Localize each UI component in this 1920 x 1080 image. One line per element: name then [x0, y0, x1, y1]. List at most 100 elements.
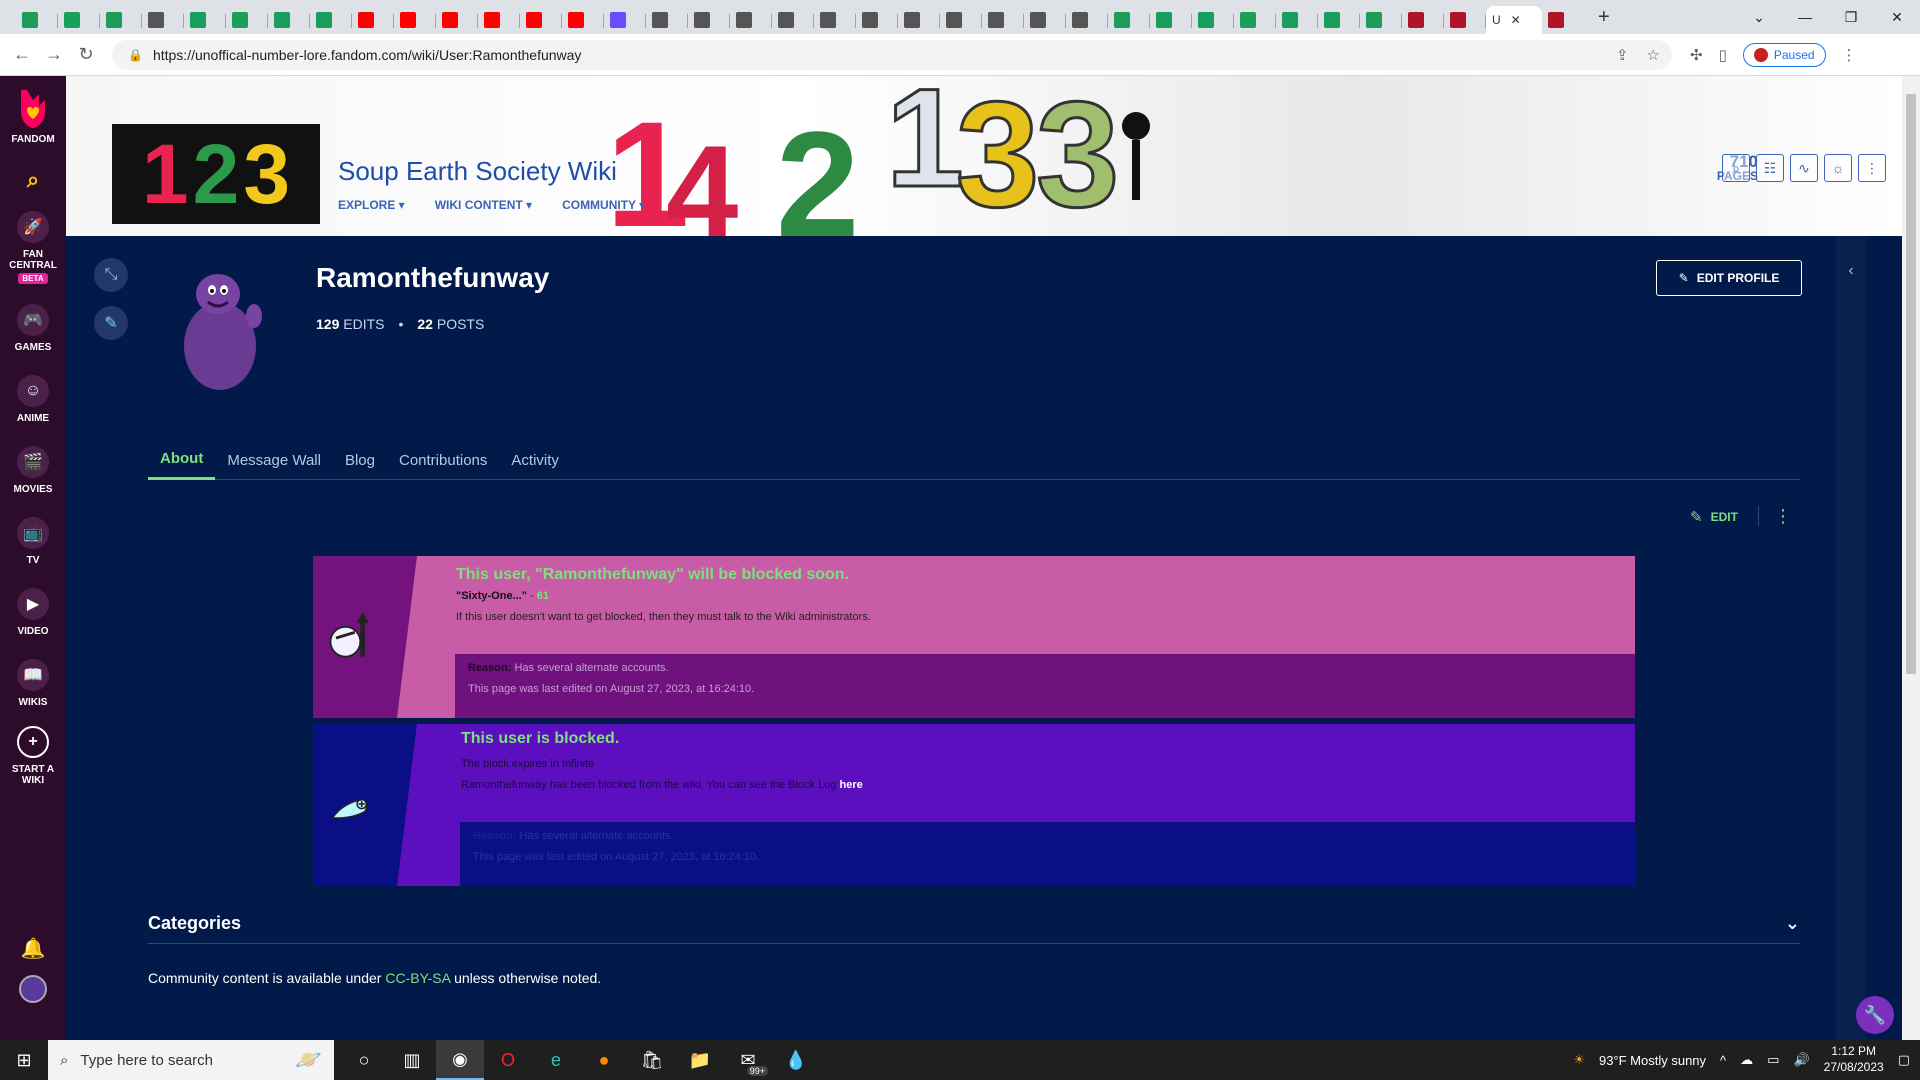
license-link[interactable]: CC-BY-SA — [385, 970, 450, 986]
close-window-icon[interactable]: ✕ — [1874, 9, 1920, 26]
browser-tab[interactable] — [604, 6, 646, 34]
bookmark-star-icon[interactable]: ☆ — [1647, 46, 1660, 64]
fandom-home-link[interactable]: FANDOM — [0, 76, 66, 145]
onedrive-icon[interactable]: ☁ — [1740, 1052, 1753, 1068]
nav-wiki-content[interactable]: WIKI CONTENT ▾ — [435, 198, 532, 212]
right-rail-toggle[interactable]: ‹ — [1836, 236, 1866, 1040]
lock-icon[interactable]: 🔒 — [128, 48, 143, 62]
tab-activity[interactable]: Activity — [499, 440, 571, 480]
rail-search[interactable]: ⌕ — [0, 167, 66, 193]
firefox-icon[interactable]: ● — [580, 1040, 628, 1080]
browser-tab[interactable] — [1066, 6, 1108, 34]
cortana-icon[interactable]: ○ — [340, 1040, 388, 1080]
reload-icon[interactable]: ↻ — [70, 44, 102, 65]
categories-section[interactable]: Categories ⌄ — [148, 904, 1800, 944]
rail-user-avatar[interactable] — [0, 975, 66, 1003]
browser-tab[interactable] — [688, 6, 730, 34]
restore-icon[interactable]: ❐ — [1828, 9, 1874, 26]
browser-tab[interactable] — [58, 6, 100, 34]
wiki-search-icon[interactable]: ⌕ — [1722, 154, 1750, 182]
notifications-icon[interactable]: ▢ — [1898, 1052, 1910, 1068]
block-log-link[interactable]: here — [840, 779, 863, 791]
weather-text[interactable]: 93°F Mostly sunny — [1599, 1053, 1706, 1068]
pencil-icon[interactable]: ✎ — [94, 306, 128, 340]
rail-start-wiki[interactable]: + START A WIKI — [0, 726, 66, 786]
browser-tab[interactable] — [436, 6, 478, 34]
profile-button[interactable]: Paused — [1742, 42, 1826, 67]
browser-tab[interactable] — [478, 6, 520, 34]
new-tab-button[interactable]: + — [1598, 6, 1610, 29]
network-icon[interactable]: ▭ — [1767, 1052, 1779, 1068]
page-scrollbar[interactable] — [1902, 76, 1920, 1040]
mail-icon[interactable]: ✉ 99+ — [724, 1040, 772, 1080]
tab-about[interactable]: About — [148, 440, 216, 480]
browser-tab[interactable] — [772, 6, 814, 34]
back-icon[interactable]: ← — [6, 44, 38, 65]
browser-tab[interactable] — [940, 6, 982, 34]
volume-icon[interactable]: 🔊 — [1793, 1052, 1809, 1068]
browser-tab[interactable] — [856, 6, 898, 34]
browser-tab[interactable] — [1024, 6, 1066, 34]
url-field[interactable]: 🔒 https://unoffical-number-lore.fandom.c… — [112, 39, 1672, 70]
rail-games[interactable]: 🎮 GAMES — [0, 304, 66, 353]
opera-icon[interactable]: O — [484, 1040, 532, 1080]
browser-tab[interactable] — [1234, 6, 1276, 34]
chevron-down-icon[interactable]: ⌄ — [1785, 913, 1800, 934]
browser-tab[interactable] — [1276, 6, 1318, 34]
taskbar-search[interactable]: ⌕ Type here to search 🪐 — [48, 1040, 334, 1080]
browser-tab[interactable] — [1192, 6, 1234, 34]
windows-start-icon[interactable]: ⊞ — [0, 1050, 48, 1071]
edit-about-button[interactable]: ✎ EDIT — [1690, 508, 1738, 526]
task-view-icon[interactable]: ▥ — [388, 1040, 436, 1080]
browser-tab[interactable] — [1150, 6, 1192, 34]
discuss-icon[interactable]: ☷ — [1756, 154, 1784, 182]
browser-tab[interactable] — [1444, 6, 1486, 34]
browser-tab[interactable] — [100, 6, 142, 34]
browser-tab[interactable] — [16, 6, 58, 34]
nav-community[interactable]: COMMUNITY ▾ — [562, 198, 645, 212]
edit-profile-button[interactable]: ✎ EDIT PROFILE — [1656, 260, 1802, 296]
browser-tab[interactable] — [184, 6, 226, 34]
collapse-icon[interactable]: ⤡ — [94, 258, 128, 292]
wiki-title[interactable]: Soup Earth Society Wiki — [338, 156, 617, 187]
rail-wikis[interactable]: 📖 WIKIS — [0, 659, 66, 708]
tab-message-wall[interactable]: Message Wall — [215, 440, 333, 480]
browser-tab[interactable] — [268, 6, 310, 34]
browser-tab[interactable] — [310, 6, 352, 34]
share-icon[interactable]: ⇪ — [1616, 46, 1629, 64]
browser-tab[interactable] — [1318, 6, 1360, 34]
rail-fan-central[interactable]: 🚀 FAN CENTRAL BETA — [0, 211, 66, 284]
wiki-logo[interactable]: 1 2 3 — [112, 124, 320, 224]
browser-tab[interactable] — [646, 6, 688, 34]
tab-search-icon[interactable]: ⌄ — [1736, 9, 1782, 26]
close-tab-icon[interactable]: ✕ — [1511, 13, 1521, 27]
rail-tv[interactable]: 📺 TV — [0, 517, 66, 566]
browser-tab[interactable] — [1360, 6, 1402, 34]
chrome-icon[interactable]: ◉ — [436, 1040, 484, 1080]
file-explorer-icon[interactable]: 📁 — [676, 1040, 724, 1080]
clock[interactable]: 1:12 PM 27/08/2023 — [1824, 1044, 1884, 1075]
tab-contributions[interactable]: Contributions — [387, 440, 499, 480]
rail-movies[interactable]: 🎬 MOVIES — [0, 446, 66, 495]
minimize-icon[interactable]: — — [1782, 9, 1828, 25]
browser-menu-icon[interactable]: ⋮ — [1842, 46, 1857, 64]
more-options-icon[interactable]: ⋮ — [1858, 154, 1886, 182]
browser-tab[interactable] — [394, 6, 436, 34]
browser-tab[interactable] — [1402, 6, 1444, 34]
wrench-icon[interactable]: 🔧 — [1856, 996, 1894, 1034]
browser-tab[interactable] — [814, 6, 856, 34]
browser-tab[interactable] — [226, 6, 268, 34]
nav-explore[interactable]: EXPLORE ▾ — [338, 198, 405, 212]
scrollbar-thumb[interactable] — [1906, 94, 1916, 674]
active-tab[interactable]: U ✕ — [1486, 6, 1542, 34]
browser-tab[interactable] — [562, 6, 604, 34]
extensions-icon[interactable]: ✣ — [1690, 46, 1703, 64]
activity-icon[interactable]: ∿ — [1790, 154, 1818, 182]
edits-stat[interactable]: 129 EDITS — [316, 316, 384, 332]
about-more-icon[interactable]: ⋮ — [1774, 506, 1792, 527]
rail-notifications[interactable]: 🔔 — [0, 936, 66, 961]
edge-icon[interactable]: e — [532, 1040, 580, 1080]
browser-tab[interactable] — [898, 6, 940, 34]
browser-tab[interactable] — [352, 6, 394, 34]
store-icon[interactable]: 🛍 — [628, 1040, 676, 1080]
